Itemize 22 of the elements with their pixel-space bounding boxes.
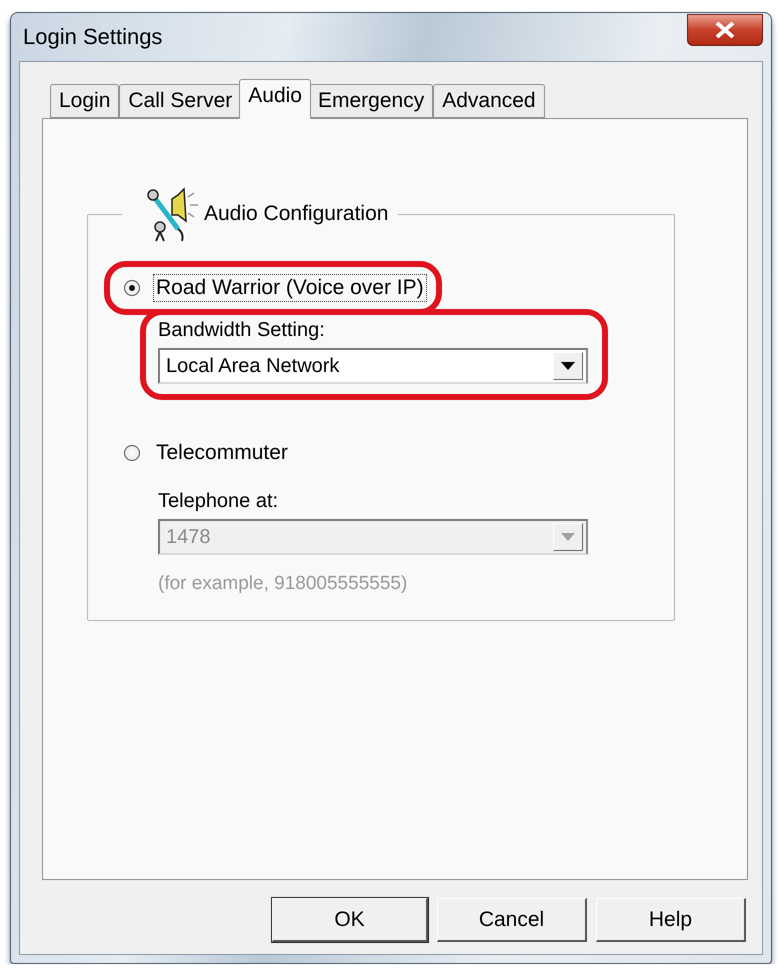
dropdown-field[interactable]: Local Area Network — [158, 348, 588, 384]
window-title: Login Settings — [22, 24, 162, 50]
tab[interactable]: Login — [50, 84, 120, 118]
radio-button[interactable] — [124, 280, 140, 296]
field-label: Telephone at: — [158, 490, 280, 513]
tab[interactable]: Emergency — [308, 84, 434, 118]
radio-label: Telecommuter — [155, 440, 289, 466]
tab[interactable]: Audio — [239, 79, 311, 119]
radio-button[interactable] — [124, 445, 140, 461]
group-title: Audio Configuration — [204, 202, 388, 226]
dialog-button[interactable]: OK — [272, 898, 428, 942]
tab[interactable]: Advanced — [433, 84, 545, 118]
close-icon — [714, 22, 736, 38]
dropdown-arrow-icon — [561, 533, 575, 541]
radio-label: Road Warrior (Voice over IP) — [154, 275, 426, 301]
tab[interactable]: Call Server — [119, 84, 242, 118]
field-label: Bandwidth Setting: — [158, 319, 326, 342]
hint-text: (for example, 918005555555) — [158, 573, 408, 595]
dropdown-arrow-icon — [561, 362, 575, 370]
close-button[interactable] — [687, 14, 763, 46]
dialog-button[interactable]: Cancel — [437, 898, 587, 942]
dialog-button[interactable]: Help — [596, 898, 746, 942]
